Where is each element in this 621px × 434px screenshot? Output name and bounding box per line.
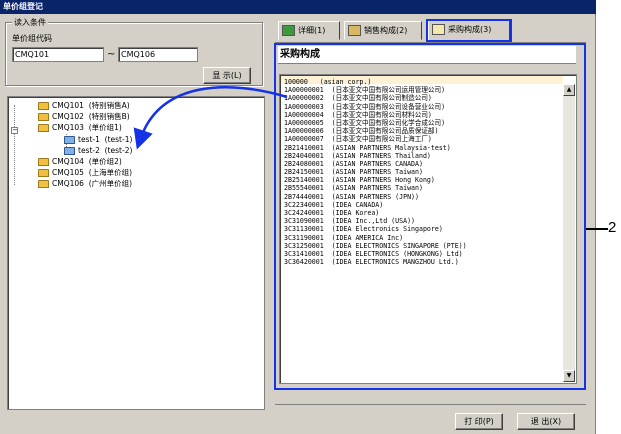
callout-number: 2 xyxy=(608,219,617,236)
callout-line xyxy=(586,228,608,230)
annotation-arrow xyxy=(133,86,288,150)
arrow-path xyxy=(133,86,288,150)
